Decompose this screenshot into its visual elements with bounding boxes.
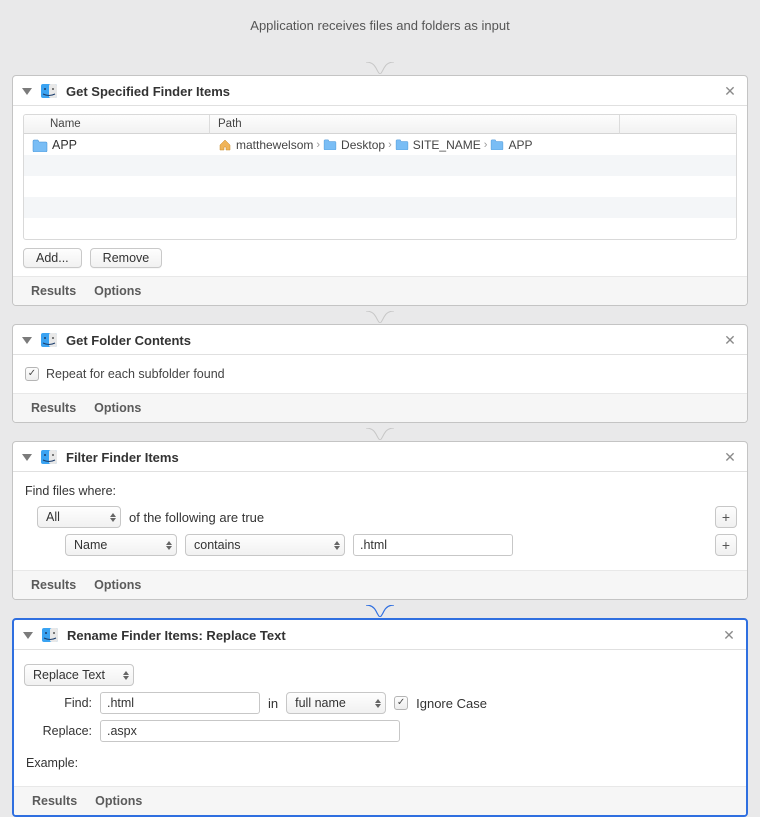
add-rule-group-button[interactable]: + bbox=[715, 506, 737, 528]
disclosure-triangle[interactable] bbox=[22, 337, 32, 344]
remove-button[interactable]: Remove bbox=[90, 248, 163, 268]
rename-mode-select[interactable]: Replace Text bbox=[24, 664, 134, 686]
finder-icon bbox=[40, 331, 58, 349]
results-button[interactable]: Results bbox=[32, 794, 77, 808]
finder-icon bbox=[41, 626, 59, 644]
folder-icon bbox=[32, 139, 47, 151]
ignore-case-checkbox[interactable] bbox=[394, 696, 408, 710]
folder-icon bbox=[395, 139, 410, 151]
finder-icon bbox=[40, 82, 58, 100]
disclosure-triangle[interactable] bbox=[22, 454, 32, 461]
repeat-subfolders-label: Repeat for each subfolder found bbox=[46, 367, 225, 381]
action-header[interactable]: Get Specified Finder Items ✕ bbox=[13, 76, 747, 106]
finder-icon bbox=[40, 448, 58, 466]
column-header-spacer bbox=[620, 115, 736, 134]
results-button[interactable]: Results bbox=[31, 578, 76, 592]
action-title: Get Specified Finder Items bbox=[66, 84, 230, 99]
in-select[interactable]: full name bbox=[286, 692, 386, 714]
action-title: Get Folder Contents bbox=[66, 333, 191, 348]
connector-notch bbox=[366, 605, 394, 617]
home-icon bbox=[218, 139, 233, 151]
connector-notch bbox=[366, 62, 394, 74]
action-header[interactable]: Rename Finder Items: Replace Text ✕ bbox=[14, 620, 746, 650]
folder-icon bbox=[490, 139, 505, 151]
options-button[interactable]: Options bbox=[95, 794, 142, 808]
table-row[interactable]: APP matthewelsom › Desktop › SITE_NAME ›… bbox=[24, 134, 736, 155]
action-header[interactable]: Get Folder Contents ✕ bbox=[13, 325, 747, 355]
action-rename-finder-items: Rename Finder Items: Replace Text ✕ Repl… bbox=[12, 618, 748, 817]
results-button[interactable]: Results bbox=[31, 401, 76, 415]
example-label: Example: bbox=[26, 756, 734, 770]
action-get-folder-contents: Get Folder Contents ✕ Repeat for each su… bbox=[12, 324, 748, 423]
table-row[interactable] bbox=[24, 218, 736, 239]
add-rule-button[interactable]: + bbox=[715, 534, 737, 556]
in-label: in bbox=[268, 696, 278, 711]
repeat-subfolders-checkbox[interactable] bbox=[25, 367, 39, 381]
disclosure-triangle[interactable] bbox=[23, 632, 33, 639]
table-row[interactable] bbox=[24, 197, 736, 218]
folder-icon bbox=[323, 139, 338, 151]
find-input[interactable] bbox=[100, 692, 260, 714]
find-label: Find: bbox=[24, 696, 92, 710]
action-filter-finder-items: Filter Finder Items ✕ Find files where: … bbox=[12, 441, 748, 600]
item-name: APP bbox=[52, 138, 77, 152]
action-get-specified-finder-items: Get Specified Finder Items ✕ Name Path A… bbox=[12, 75, 748, 306]
options-button[interactable]: Options bbox=[94, 284, 141, 298]
combinator-suffix: of the following are true bbox=[129, 510, 264, 525]
operator-select[interactable]: contains bbox=[185, 534, 345, 556]
combinator-select[interactable]: All bbox=[37, 506, 121, 528]
connector-notch bbox=[366, 311, 394, 323]
results-button[interactable]: Results bbox=[31, 284, 76, 298]
workflow-input-description: Application receives files and folders a… bbox=[0, 0, 760, 63]
replace-input[interactable] bbox=[100, 720, 400, 742]
column-header-name[interactable]: Name bbox=[24, 115, 210, 134]
close-icon[interactable]: ✕ bbox=[723, 83, 737, 100]
value-input[interactable] bbox=[353, 534, 513, 556]
finder-items-table: Name Path APP matthewelsom › bbox=[23, 114, 737, 240]
table-row[interactable] bbox=[24, 155, 736, 176]
connector-notch bbox=[366, 428, 394, 440]
action-title: Filter Finder Items bbox=[66, 450, 179, 465]
add-button[interactable]: Add... bbox=[23, 248, 82, 268]
close-icon[interactable]: ✕ bbox=[722, 627, 736, 644]
breadcrumb: matthewelsom › Desktop › SITE_NAME › APP bbox=[218, 138, 532, 152]
field-select[interactable]: Name bbox=[65, 534, 177, 556]
disclosure-triangle[interactable] bbox=[22, 88, 32, 95]
replace-label: Replace: bbox=[24, 724, 92, 738]
options-button[interactable]: Options bbox=[94, 578, 141, 592]
action-header[interactable]: Filter Finder Items ✕ bbox=[13, 442, 747, 472]
options-button[interactable]: Options bbox=[94, 401, 141, 415]
find-where-label: Find files where: bbox=[25, 484, 735, 498]
close-icon[interactable]: ✕ bbox=[723, 332, 737, 349]
action-title: Rename Finder Items: Replace Text bbox=[67, 628, 286, 643]
close-icon[interactable]: ✕ bbox=[723, 449, 737, 466]
table-row[interactable] bbox=[24, 176, 736, 197]
column-header-path[interactable]: Path bbox=[210, 115, 620, 134]
ignore-case-label: Ignore Case bbox=[416, 696, 487, 711]
